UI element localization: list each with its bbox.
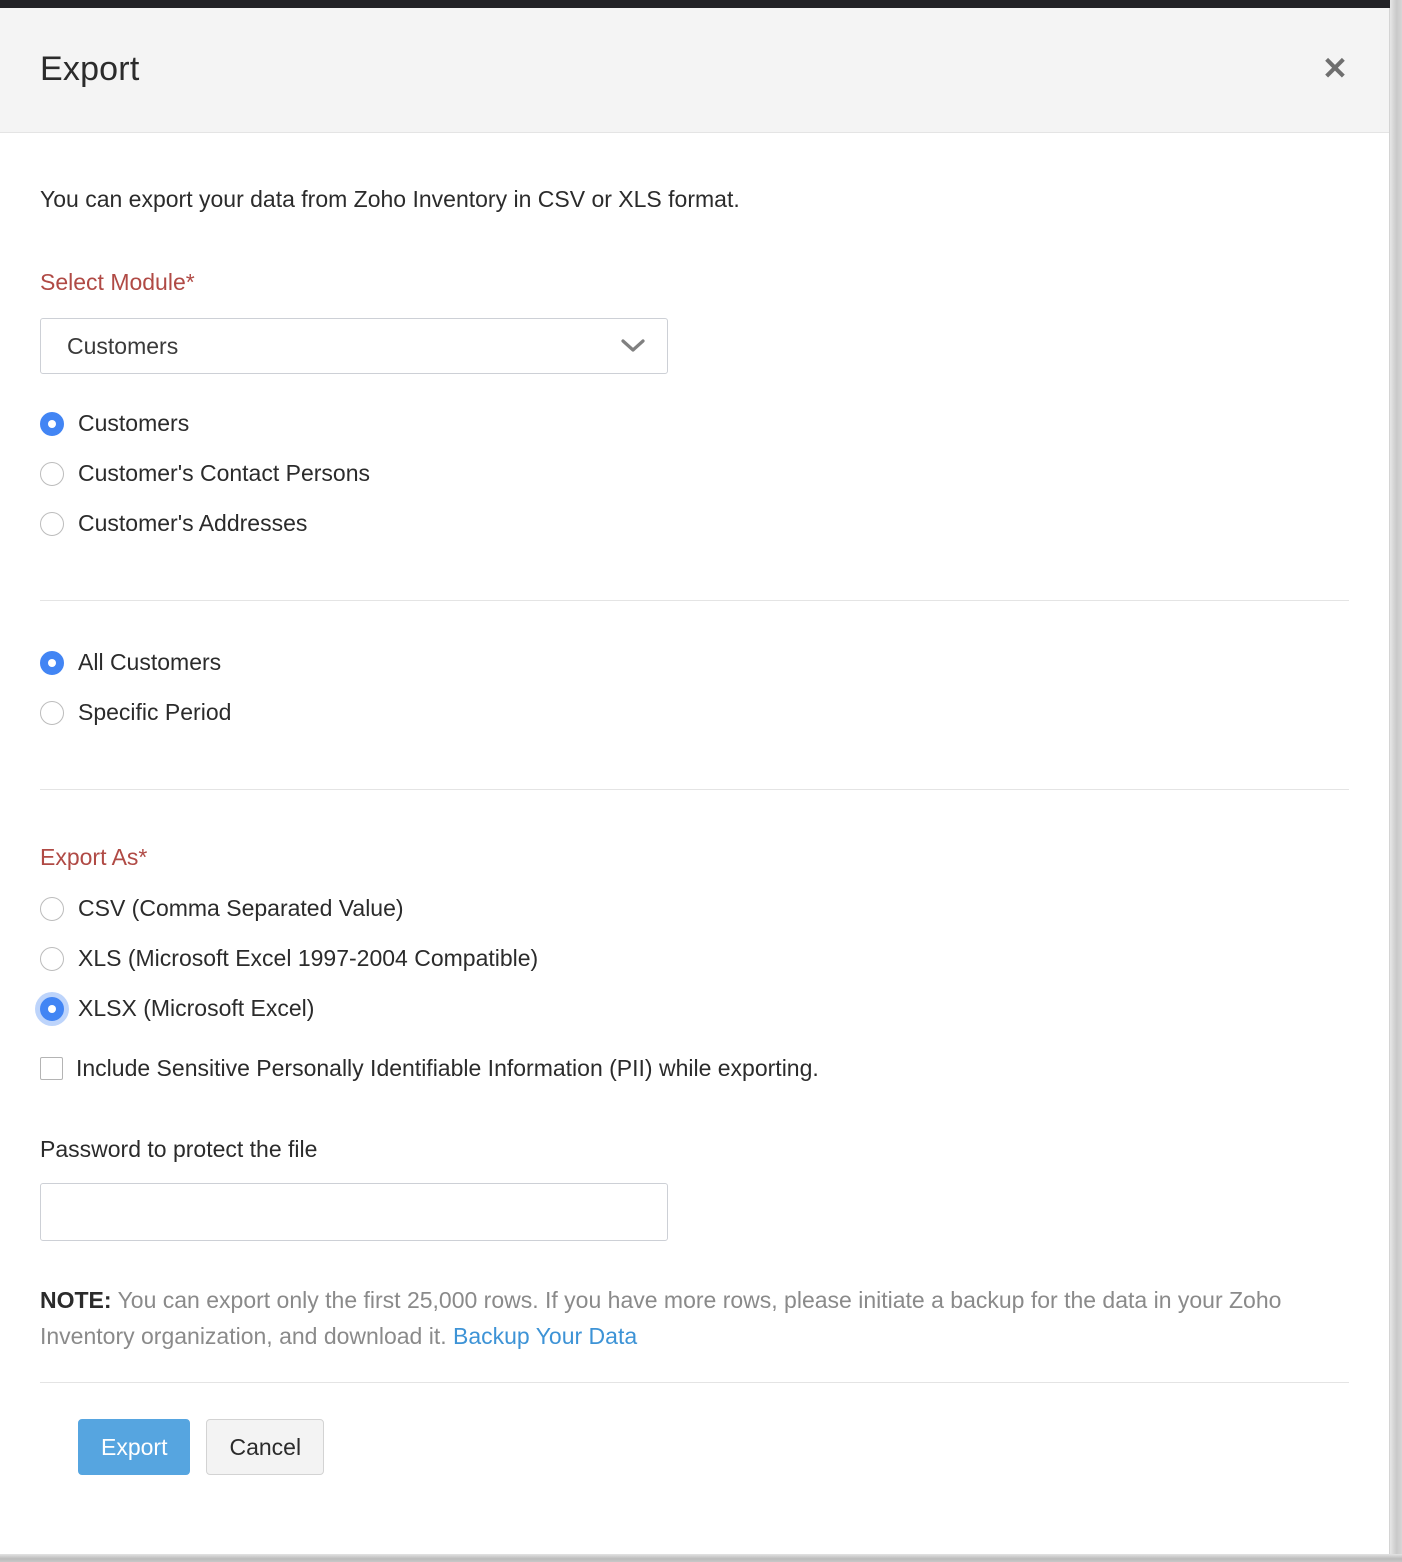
- radio-indicator-xls[interactable]: [40, 947, 64, 971]
- radio-row-csv[interactable]: CSV (Comma Separated Value): [40, 889, 1349, 929]
- radio-indicator-contact-persons[interactable]: [40, 462, 64, 486]
- dialog-header: Export ✕: [0, 8, 1389, 133]
- export-dialog: Export ✕ You can export your data from Z…: [0, 8, 1390, 1554]
- export-button[interactable]: Export: [78, 1419, 190, 1475]
- divider-2: [40, 789, 1349, 790]
- radio-row-xls[interactable]: XLS (Microsoft Excel 1997-2004 Compatibl…: [40, 939, 1349, 979]
- intro-text: You can export your data from Zoho Inven…: [40, 133, 1349, 215]
- cancel-button[interactable]: Cancel: [206, 1419, 324, 1475]
- module-select[interactable]: Customers: [40, 318, 668, 374]
- radio-label-customers: Customers: [78, 410, 189, 437]
- radio-indicator-csv[interactable]: [40, 897, 64, 921]
- radio-row-xlsx[interactable]: XLSX (Microsoft Excel): [40, 989, 1349, 1029]
- browser-top-strip: [0, 0, 1395, 8]
- backup-your-data-link[interactable]: Backup Your Data: [453, 1323, 637, 1349]
- note-text: You can export only the first 25,000 row…: [40, 1287, 1281, 1349]
- password-label: Password to protect the file: [40, 1136, 1349, 1163]
- pii-checkbox-label: Include Sensitive Personally Identifiabl…: [76, 1055, 819, 1082]
- export-as-label: Export As*: [40, 844, 1349, 871]
- radio-row-customers[interactable]: Customers: [40, 404, 1349, 444]
- close-icon[interactable]: ✕: [1314, 48, 1356, 90]
- select-module-wrapper: Customers: [40, 318, 668, 374]
- dialog-footer: Export Cancel: [40, 1383, 1349, 1475]
- radio-indicator-customers[interactable]: [40, 412, 64, 436]
- radio-indicator-xlsx[interactable]: [40, 997, 64, 1021]
- dialog-body: You can export your data from Zoho Inven…: [0, 133, 1389, 1475]
- radio-label-contact-persons: Customer's Contact Persons: [78, 460, 370, 487]
- radio-label-xls: XLS (Microsoft Excel 1997-2004 Compatibl…: [78, 945, 538, 972]
- radio-row-all-customers[interactable]: All Customers: [40, 643, 1349, 683]
- page-bottom-edge: [0, 1554, 1402, 1562]
- module-radio-group: Customers Customer's Contact Persons Cus…: [40, 404, 1349, 544]
- radio-indicator-addresses[interactable]: [40, 512, 64, 536]
- page-right-edge: [1390, 0, 1402, 1562]
- radio-indicator-all-customers[interactable]: [40, 651, 64, 675]
- export-note: NOTE:You can export only the first 25,00…: [40, 1283, 1330, 1354]
- radio-row-specific-period[interactable]: Specific Period: [40, 693, 1349, 733]
- radio-indicator-specific-period[interactable]: [40, 701, 64, 725]
- radio-row-addresses[interactable]: Customer's Addresses: [40, 504, 1349, 544]
- radio-label-xlsx: XLSX (Microsoft Excel): [78, 995, 314, 1022]
- radio-row-contact-persons[interactable]: Customer's Contact Persons: [40, 454, 1349, 494]
- note-prefix: NOTE:: [40, 1287, 112, 1313]
- pii-checkbox-row[interactable]: Include Sensitive Personally Identifiabl…: [40, 1055, 1349, 1082]
- page-title: Export: [40, 50, 139, 89]
- divider-1: [40, 600, 1349, 601]
- pii-checkbox[interactable]: [40, 1057, 63, 1080]
- scope-radio-group: All Customers Specific Period: [40, 643, 1349, 733]
- radio-label-all-customers: All Customers: [78, 649, 221, 676]
- radio-label-csv: CSV (Comma Separated Value): [78, 895, 404, 922]
- select-module-label: Select Module*: [40, 269, 1349, 296]
- radio-label-addresses: Customer's Addresses: [78, 510, 307, 537]
- radio-label-specific-period: Specific Period: [78, 699, 231, 726]
- password-input[interactable]: [40, 1183, 668, 1241]
- format-radio-group: CSV (Comma Separated Value) XLS (Microso…: [40, 889, 1349, 1029]
